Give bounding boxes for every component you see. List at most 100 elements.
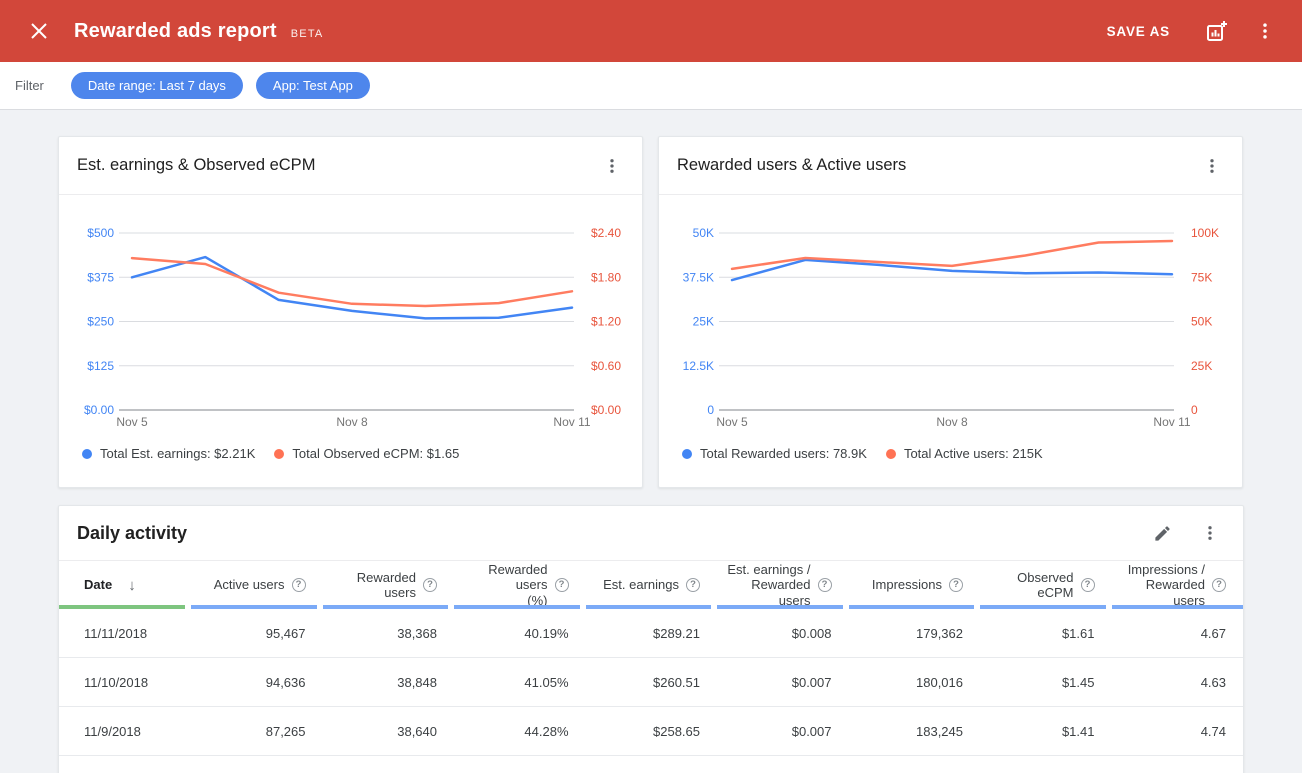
table-cell: $0.008 (717, 609, 849, 657)
right-axis-tick: 0 (1191, 403, 1198, 417)
legend-label: Total Active users: 215K (904, 446, 1043, 461)
card-title: Est. earnings & Observed eCPM (77, 156, 315, 175)
table-cell: 40.19% (454, 609, 586, 657)
appbar-overflow-menu-button[interactable] (1252, 18, 1278, 44)
column-header-est-earnings[interactable]: Est. earnings? (586, 561, 718, 609)
help-icon[interactable]: ? (292, 578, 306, 592)
filter-chip-date-range[interactable]: Date range: Last 7 days (71, 72, 243, 99)
close-icon (30, 22, 48, 40)
legend-dot (886, 449, 896, 459)
more-vert-icon (1201, 524, 1219, 542)
right-axis-tick: 100K (1191, 226, 1219, 240)
column-underline (586, 605, 712, 609)
column-underline (191, 605, 317, 609)
table-column-headers: Date↓Active users?Rewarded users?Rewarde… (59, 561, 1243, 609)
help-icon[interactable]: ? (1081, 578, 1095, 592)
left-axis-tick: 25K (693, 315, 714, 329)
left-axis-tick: $0.00 (84, 403, 114, 417)
table-cell: 180,016 (849, 658, 981, 706)
series-line-active-users (732, 241, 1172, 269)
column-underline (717, 605, 843, 609)
column-header-observed-ecpm[interactable]: Observed eCPM? (980, 561, 1112, 609)
column-label: Active users (214, 577, 285, 592)
help-icon[interactable]: ? (686, 578, 700, 592)
column-header-active-users[interactable]: Active users? (191, 561, 323, 609)
more-vert-icon (1203, 157, 1221, 175)
add-chart-button[interactable] (1204, 18, 1230, 44)
add-chart-icon (1205, 19, 1229, 43)
edit-table-button[interactable] (1149, 520, 1175, 546)
table-cell: 11/9/2018 (59, 707, 191, 755)
right-axis-tick: $0.60 (591, 359, 621, 373)
chart-card-earnings-ecpm: Est. earnings & Observed eCPM $0.00$0.00… (58, 136, 643, 488)
column-label: Observed eCPM (980, 570, 1074, 601)
table-actions (1149, 520, 1223, 546)
card-header: Rewarded users & Active users (659, 137, 1242, 195)
column-underline (454, 605, 580, 609)
line-chart-rewarded-active-users: 0012.5K25K25K50K37.5K75K50K100KNov 5Nov … (659, 195, 1244, 437)
column-label: Date (84, 577, 112, 592)
table-cell: 179,362 (849, 609, 981, 657)
table-row: 11/9/201887,26538,64044.28%$258.65$0.007… (59, 707, 1243, 756)
table-cell: 95,467 (191, 609, 323, 657)
column-label: Impressions (872, 577, 942, 592)
table-menu-button[interactable] (1197, 520, 1223, 546)
filter-chip-app[interactable]: App: Test App (256, 72, 370, 99)
x-axis-tick: Nov 11 (553, 415, 590, 429)
table-cell: $1.45 (980, 658, 1112, 706)
column-label: Est. earnings / Rewarded users (717, 562, 811, 608)
help-icon[interactable]: ? (949, 578, 963, 592)
close-button[interactable] (26, 18, 52, 44)
table-cell: $0.007 (717, 658, 849, 706)
left-axis-tick: $500 (87, 226, 114, 240)
card-title: Rewarded users & Active users (677, 156, 906, 175)
table-cell: $260.51 (586, 658, 718, 706)
page-title: Rewarded ads report (74, 20, 277, 43)
sort-desc-icon: ↓ (128, 577, 136, 594)
save-as-button[interactable]: SAVE AS (1107, 24, 1170, 39)
column-header-impressions-rewarded-users[interactable]: Impressions / Rewarded users? (1112, 561, 1244, 609)
x-axis-tick: Nov 11 (1153, 415, 1190, 429)
help-icon[interactable]: ? (1212, 578, 1226, 592)
column-header-est-earnings-rewarded-users[interactable]: Est. earnings / Rewarded users? (717, 561, 849, 609)
daily-activity-card: Daily activity Date↓Active users?Rewarde… (58, 505, 1244, 773)
x-axis-tick: Nov 8 (336, 415, 368, 429)
series-line-observed-ecpm (132, 258, 572, 306)
table-cell: 94,636 (191, 658, 323, 706)
column-label: Rewarded users (%) (454, 562, 548, 608)
chart-legend: Total Est. earnings: $2.21KTotal Observe… (59, 446, 642, 461)
table-cell: 38,848 (323, 658, 455, 706)
report-content: Est. earnings & Observed eCPM $0.00 $0.00… (0, 110, 1302, 773)
filter-bar: Filter Date range: Last 7 days App: Test … (0, 62, 1302, 110)
beta-badge: BETA (291, 28, 324, 40)
card-menu-button[interactable] (600, 154, 624, 178)
table-cell: 11/10/2018 (59, 658, 191, 706)
column-label: Impressions / Rewarded users (1112, 562, 1206, 608)
left-axis-tick: $250 (87, 315, 114, 329)
card-header: Est. earnings & Observed eCPM (59, 137, 642, 195)
left-axis-tick: 50K (693, 226, 714, 240)
more-vert-icon (1255, 21, 1275, 41)
table-title: Daily activity (77, 523, 187, 544)
left-axis-tick: 12.5K (683, 359, 714, 373)
column-header-rewarded-users[interactable]: Rewarded users (%)? (454, 561, 586, 609)
filter-label: Filter (15, 78, 44, 93)
column-header-impressions[interactable]: Impressions? (849, 561, 981, 609)
help-icon[interactable]: ? (423, 578, 437, 592)
table-cell: $0.007 (717, 707, 849, 755)
card-menu-button[interactable] (1200, 154, 1224, 178)
line-chart-earnings-ecpm: $0.00$0.00$125$0.60$250$1.20$375$1.80$50… (59, 195, 644, 437)
table-cell: $1.41 (980, 707, 1112, 755)
help-icon[interactable]: ? (555, 578, 569, 592)
column-header-rewarded-users[interactable]: Rewarded users? (323, 561, 455, 609)
table-cell: 41.05% (454, 658, 586, 706)
app-bar: Rewarded ads report BETA SAVE AS (0, 0, 1302, 62)
help-icon[interactable]: ? (818, 578, 832, 592)
table-cell: 38,368 (323, 609, 455, 657)
chart-legend: Total Rewarded users: 78.9KTotal Active … (659, 446, 1242, 461)
legend-item: Total Active users: 215K (886, 446, 1043, 461)
column-header-date[interactable]: Date ↓ (59, 561, 191, 609)
legend-dot (82, 449, 92, 459)
x-axis-tick: Nov 5 (116, 415, 148, 429)
column-underline (980, 605, 1106, 609)
